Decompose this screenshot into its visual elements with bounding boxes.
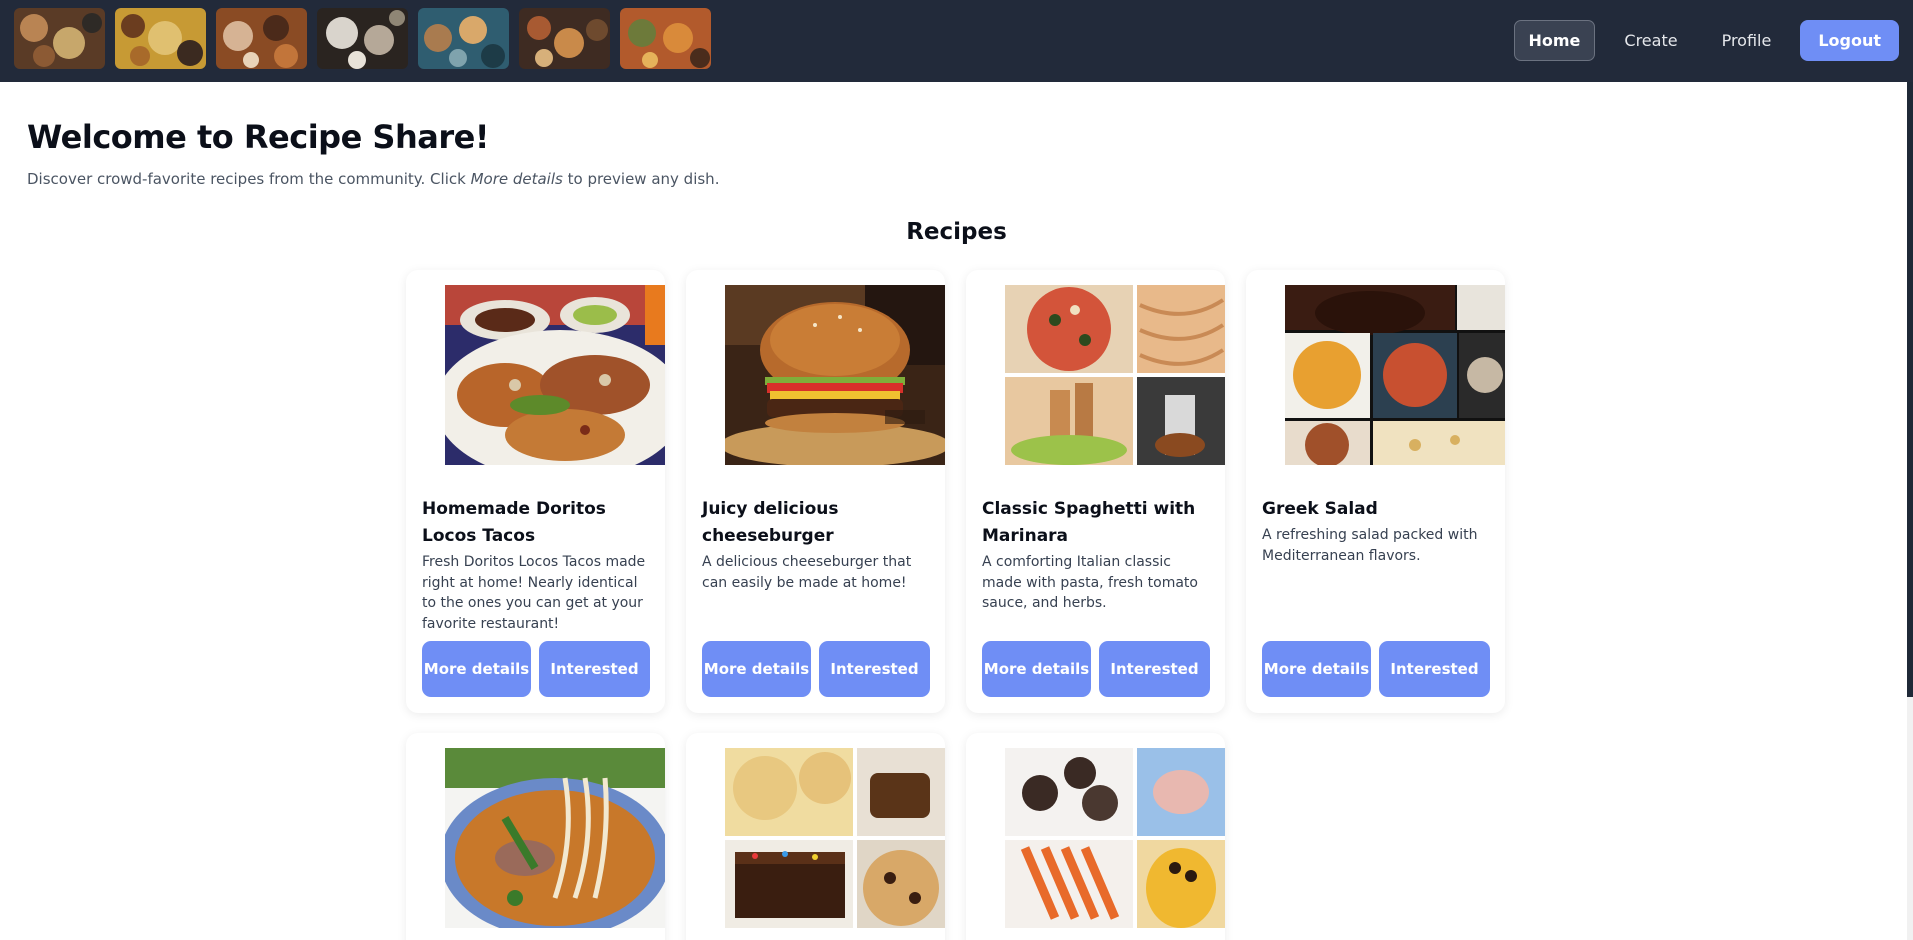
recipe-card-body: Classic Spaghetti with Marinara A comfor…: [982, 496, 1209, 614]
recipe-image: [1005, 285, 1225, 465]
banner-thumbnail: [317, 8, 408, 69]
banner-thumbnail: [620, 8, 711, 69]
recipe-card: Classic Spaghetti with Marinara A comfor…: [966, 270, 1225, 713]
banner-thumbnail: [418, 8, 509, 69]
nav-create-link[interactable]: Create: [1609, 20, 1692, 61]
recipe-actions: More details Interested: [422, 641, 650, 697]
interested-button[interactable]: Interested: [539, 641, 650, 697]
more-details-button[interactable]: More details: [1262, 641, 1371, 697]
recipe-card: Juicy delicious cheeseburger A delicious…: [686, 270, 945, 713]
recipe-card: Greek Salad A refreshing salad packed wi…: [1246, 270, 1505, 713]
recipe-description: Fresh Doritos Locos Tacos made right at …: [422, 554, 646, 632]
logout-button[interactable]: Logout: [1800, 20, 1899, 61]
recipe-card: Homemade Doritos Locos Tacos Fresh Dorit…: [406, 270, 665, 713]
recipe-card-body: Homemade Doritos Locos Tacos Fresh Dorit…: [422, 496, 649, 634]
subtitle-emphasis: More details: [470, 170, 563, 188]
recipe-card-body: Greek Salad A refreshing salad packed wi…: [1262, 496, 1489, 566]
banner-thumbnail: [115, 8, 206, 69]
recipe-card: [686, 733, 945, 940]
nav-home-link[interactable]: Home: [1513, 20, 1596, 61]
recipe-image: [445, 748, 665, 928]
more-details-button[interactable]: More details: [422, 641, 531, 697]
more-details-button[interactable]: More details: [982, 641, 1091, 697]
banner-thumbnail: [216, 8, 307, 69]
banner-thumbnail: [14, 8, 105, 69]
recipe-description: A delicious cheeseburger that can easily…: [702, 554, 912, 591]
recipe-title: Classic Spaghetti with Marinara: [982, 499, 1196, 546]
recipe-actions: More details Interested: [982, 641, 1210, 697]
recipe-actions: More details Interested: [1262, 641, 1490, 697]
scrollbar-thumb[interactable]: [1907, 82, 1913, 697]
recipe-image: [725, 748, 945, 928]
recipe-description: A comforting Italian classic made with p…: [982, 554, 1198, 611]
page-scrollbar[interactable]: [1907, 82, 1913, 940]
recipe-card: [966, 733, 1225, 940]
subtitle-text-end: to preview any dish.: [562, 170, 720, 188]
recipes-heading: Recipes: [906, 219, 1007, 245]
recipe-image: [1005, 748, 1225, 928]
recipe-title: Juicy delicious cheeseburger: [702, 499, 839, 546]
nav-profile-link[interactable]: Profile: [1707, 20, 1787, 61]
recipe-card-body: Juicy delicious cheeseburger A delicious…: [702, 496, 929, 593]
top-navbar: Home Create Profile Logout: [0, 0, 1913, 82]
subtitle-text: Discover crowd-favorite recipes from the…: [27, 170, 471, 188]
recipe-title: Greek Salad: [1262, 499, 1378, 519]
page-title: Welcome to Recipe Share!: [27, 118, 489, 156]
more-details-button[interactable]: More details: [702, 641, 811, 697]
recipe-description: A refreshing salad packed with Mediterra…: [1262, 527, 1478, 564]
interested-button[interactable]: Interested: [819, 641, 930, 697]
recipe-card: [406, 733, 665, 940]
recipe-actions: More details Interested: [702, 641, 930, 697]
interested-button[interactable]: Interested: [1379, 641, 1490, 697]
recipe-title: Homemade Doritos Locos Tacos: [422, 499, 606, 546]
recipe-image: [725, 285, 945, 465]
recipe-image: [445, 285, 665, 465]
banner-thumbnail: [519, 8, 610, 69]
recipe-grid: Homemade Doritos Locos Tacos Fresh Dorit…: [406, 270, 1506, 940]
interested-button[interactable]: Interested: [1099, 641, 1210, 697]
page-subtitle: Discover crowd-favorite recipes from the…: [27, 170, 719, 188]
recipe-image: [1285, 285, 1505, 465]
banner-thumbnails: [14, 8, 711, 69]
main-nav: Home Create Profile Logout: [1513, 20, 1899, 61]
